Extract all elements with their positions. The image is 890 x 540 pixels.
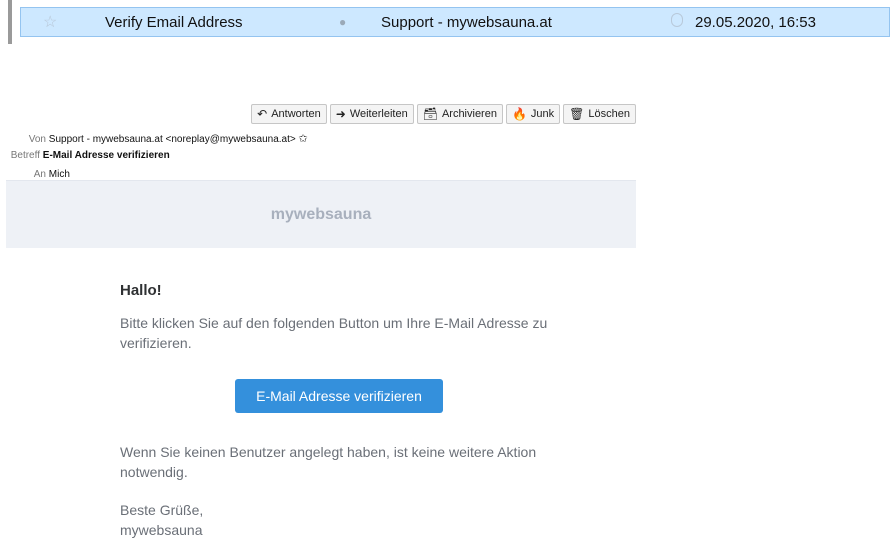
- subject-header: Betreff E-Mail Adresse verifizieren: [6, 150, 170, 161]
- to-value[interactable]: Mich: [49, 169, 70, 180]
- email-paragraph-2: Wenn Sie keinen Benutzer angelegt haben,…: [120, 444, 537, 480]
- subject-label: Betreff: [10, 150, 40, 161]
- forward-button[interactable]: ➜ Weiterleiten: [329, 104, 414, 124]
- junk-icon: 🔥: [511, 107, 527, 121]
- message-toolbar: ↶ Antworten ➜ Weiterleiten 🗃 Archivieren…: [251, 104, 636, 124]
- delete-button[interactable]: 🗑 Löschen: [563, 104, 636, 124]
- archive-label: Archivieren: [441, 108, 497, 120]
- row-sender: Support - mywebsauna.at: [381, 14, 552, 31]
- star-icon[interactable]: ✩: [299, 133, 308, 145]
- row-date: 29.05.2020, 16:53: [695, 14, 816, 31]
- reply-label: Antworten: [271, 108, 321, 120]
- unread-dot-icon[interactable]: ●: [339, 15, 346, 29]
- subject-value: E-Mail Adresse verifizieren: [42, 150, 170, 161]
- trash-icon: 🗑: [569, 107, 585, 121]
- junk-label: Junk: [530, 108, 555, 120]
- list-scroll-edge: [8, 0, 12, 44]
- email-brand-header: mywebsauna: [6, 180, 636, 248]
- reply-button[interactable]: ↶ Antworten: [251, 104, 327, 124]
- forward-icon: ➜: [335, 107, 346, 121]
- from-header: Von Support - mywebsauna.at <noreplay@my…: [6, 132, 308, 145]
- archive-icon: 🗃: [422, 107, 438, 121]
- star-outline-icon[interactable]: ☆: [43, 12, 57, 32]
- email-greeting: Hallo!: [120, 282, 162, 299]
- brand-logo[interactable]: mywebsauna: [271, 206, 371, 224]
- from-label: Von: [28, 134, 46, 145]
- junk-button[interactable]: 🔥 Junk: [505, 104, 561, 124]
- row-subject: Verify Email Address: [105, 14, 243, 31]
- forward-label: Weiterleiten: [349, 108, 408, 120]
- signoff-line-2: mywebsauna: [120, 522, 203, 538]
- verify-email-button[interactable]: E-Mail Adresse verifizieren: [235, 379, 443, 413]
- delete-label: Löschen: [588, 108, 630, 120]
- archive-button[interactable]: 🗃 Archivieren: [416, 104, 503, 124]
- email-signoff: Beste Grüße, mywebsauna: [120, 500, 203, 540]
- reply-icon: ↶: [257, 107, 268, 121]
- signoff-line-1: Beste Grüße,: [120, 502, 204, 518]
- email-paragraph-1: Bitte klicken Sie auf den folgenden Butt…: [120, 315, 548, 351]
- read-status-icon: [671, 13, 683, 27]
- to-label: An: [33, 169, 46, 180]
- message-list-row[interactable]: ☆ Verify Email Address ● Support - myweb…: [20, 7, 890, 37]
- from-value[interactable]: Support - mywebsauna.at <noreplay@mywebs…: [49, 134, 296, 145]
- to-header: An Mich: [6, 169, 70, 180]
